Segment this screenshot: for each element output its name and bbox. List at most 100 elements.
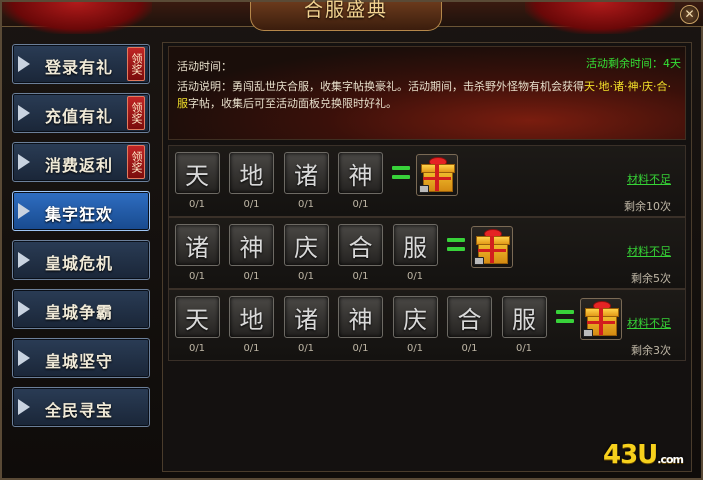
arrow-right-icon <box>18 301 30 317</box>
char-slot[interactable]: 地 0/1 <box>227 152 277 210</box>
char-tile: 天 <box>174 296 220 338</box>
event-time-label: 活动时间： <box>177 60 232 73</box>
char-slot[interactable]: 合 0/1 <box>445 296 495 354</box>
char-slot[interactable]: 服 0/1 <box>499 296 549 354</box>
close-button[interactable]: ✕ <box>680 5 699 24</box>
reward-badge: 领奖 <box>127 145 145 179</box>
sidebar-item-6[interactable]: 皇城坚守 <box>12 338 150 378</box>
equals-icon <box>555 310 574 324</box>
char-slot[interactable]: 诸 0/1 <box>281 296 331 354</box>
char-count: 0/1 <box>188 199 206 210</box>
arrow-right-icon <box>18 105 30 121</box>
title-plate: 合服盛典 <box>250 0 442 31</box>
char-count: 0/1 <box>515 343 533 354</box>
sidebar-item-label: 全民寻宝 <box>45 401 114 420</box>
char-tile: 合 <box>447 296 492 338</box>
char-tile: 神 <box>338 152 383 194</box>
event-sidebar: 登录有礼 领奖 充值有礼 领奖 消费返利 领奖 集字狂欢 皇城危机 皇城争霸 皇城坚守 全民寻宝 <box>12 44 150 436</box>
close-icon: ✕ <box>684 7 695 21</box>
sidebar-item-0[interactable]: 登录有礼 领奖 <box>12 44 150 84</box>
char-slot[interactable]: 庆 0/1 <box>281 224 331 282</box>
desc-prefix: 活动说明：勇闯乱世庆合服，收集字帖换豪礼。活动期间，击杀野外怪物有机会获得 <box>177 80 584 93</box>
arrow-right-icon <box>18 350 30 366</box>
remaining-count: 剩余10次 <box>624 200 671 213</box>
arrow-right-icon <box>18 252 30 268</box>
char-slot[interactable]: 天 0/1 <box>172 152 222 210</box>
event-banner: 活动时间： 活动剩余时间：4天 活动说明：勇闯乱世庆合服，收集字帖换豪礼。活动期… <box>168 46 686 140</box>
equals-icon <box>446 238 465 252</box>
sidebar-item-5[interactable]: 皇城争霸 <box>12 289 150 329</box>
sidebar-item-4[interactable]: 皇城危机 <box>12 240 150 280</box>
bound-lock-icon <box>582 329 593 337</box>
char-slot[interactable]: 神 0/1 <box>336 152 386 210</box>
sidebar-item-2[interactable]: 消费返利 领奖 <box>12 142 150 182</box>
site-watermark-logo: 43U.com <box>602 440 684 470</box>
sidebar-item-label: 皇城坚守 <box>45 352 114 371</box>
exchange-row: 天 0/1 地 0/1 诸 0/1 神 0/1 材料不足 剩余10次 <box>168 145 686 217</box>
char-count: 0/1 <box>297 271 315 282</box>
exchange-status-link[interactable]: 材料不足 <box>627 315 671 331</box>
exchange-status-link[interactable]: 材料不足 <box>627 171 671 187</box>
exchange-status-link[interactable]: 材料不足 <box>627 243 671 259</box>
char-slot[interactable]: 天 0/1 <box>172 296 222 354</box>
arrow-right-icon <box>18 154 30 170</box>
remaining-count: 剩余5次 <box>631 272 671 285</box>
char-count: 0/1 <box>243 271 260 282</box>
arrow-right-icon <box>18 203 30 219</box>
char-count: 0/1 <box>406 343 424 354</box>
char-count: 0/1 <box>188 343 206 354</box>
char-tile: 天 <box>174 152 220 194</box>
char-tile: 神 <box>338 296 383 338</box>
char-tile: 地 <box>229 152 274 194</box>
window-title: 合服盛典 <box>303 0 388 21</box>
char-slot[interactable]: 神 0/1 <box>227 224 277 282</box>
sidebar-item-label: 充值有礼 <box>45 107 114 126</box>
sidebar-item-label: 登录有礼 <box>45 58 114 77</box>
sidebar-item-3[interactable]: 集字狂欢 <box>12 191 150 231</box>
reward-badge: 领奖 <box>127 96 145 130</box>
event-countdown: 活动剩余时间：4天 <box>586 57 681 70</box>
char-tile: 神 <box>229 224 274 266</box>
left-curtain-decoration <box>2 2 152 34</box>
char-slot[interactable]: 庆 0/1 <box>390 296 440 354</box>
char-tile: 地 <box>229 296 274 338</box>
sidebar-item-label: 皇城危机 <box>45 254 114 273</box>
remaining-count: 剩余3次 <box>631 344 671 357</box>
char-slot[interactable]: 神 0/1 <box>336 296 386 354</box>
char-tile: 服 <box>501 296 547 338</box>
char-count: 0/1 <box>406 271 424 282</box>
char-slot[interactable]: 诸 0/1 <box>172 224 222 282</box>
char-slot[interactable]: 服 0/1 <box>390 224 440 282</box>
char-count: 0/1 <box>188 271 206 282</box>
char-tile: 庆 <box>392 296 438 338</box>
char-tile: 诸 <box>283 296 329 338</box>
char-tile: 诸 <box>174 224 220 266</box>
char-count: 0/1 <box>297 343 315 354</box>
char-slot[interactable]: 地 0/1 <box>227 296 277 354</box>
arrow-right-icon <box>18 56 30 72</box>
right-curtain-decoration <box>525 2 675 34</box>
char-slot[interactable]: 诸 0/1 <box>281 152 331 210</box>
char-count: 0/1 <box>243 199 260 210</box>
char-slot[interactable]: 合 0/1 <box>336 224 386 282</box>
char-tile: 服 <box>392 224 438 266</box>
event-description: 活动说明：勇闯乱世庆合服，收集字帖换豪礼。活动期间，击杀野外怪物有机会获得天·地… <box>177 78 677 112</box>
equals-icon <box>392 166 410 180</box>
exchange-row: 诸 0/1 神 0/1 庆 0/1 合 0/1 服 0/1 材料不足剩余5次 <box>168 217 686 289</box>
sidebar-item-7[interactable]: 全民寻宝 <box>12 387 150 427</box>
char-tile: 合 <box>338 224 383 266</box>
sidebar-item-label: 集字狂欢 <box>45 205 114 224</box>
event-window: 合服盛典 ✕ 登录有礼 领奖 充值有礼 领奖 消费返利 领奖 集字狂欢 皇城危机 皇城争霸 皇城坚… <box>0 0 703 480</box>
char-tile: 庆 <box>283 224 329 266</box>
main-panel: 活动时间： 活动剩余时间：4天 活动说明：勇闯乱世庆合服，收集字帖换豪礼。活动期… <box>162 42 692 472</box>
gift-box-icon[interactable] <box>416 154 458 196</box>
char-count: 0/1 <box>297 199 315 210</box>
desc-suffix: 字帖，收集后可至活动面板兑换限时好礼。 <box>188 97 397 110</box>
gift-box-icon[interactable] <box>470 226 513 268</box>
title-bar: 合服盛典 ✕ <box>2 0 703 34</box>
gift-box-icon[interactable] <box>579 298 622 340</box>
sidebar-item-1[interactable]: 充值有礼 领奖 <box>12 93 150 133</box>
char-count: 0/1 <box>461 343 478 354</box>
char-count: 0/1 <box>352 271 369 282</box>
arrow-right-icon <box>18 399 30 415</box>
